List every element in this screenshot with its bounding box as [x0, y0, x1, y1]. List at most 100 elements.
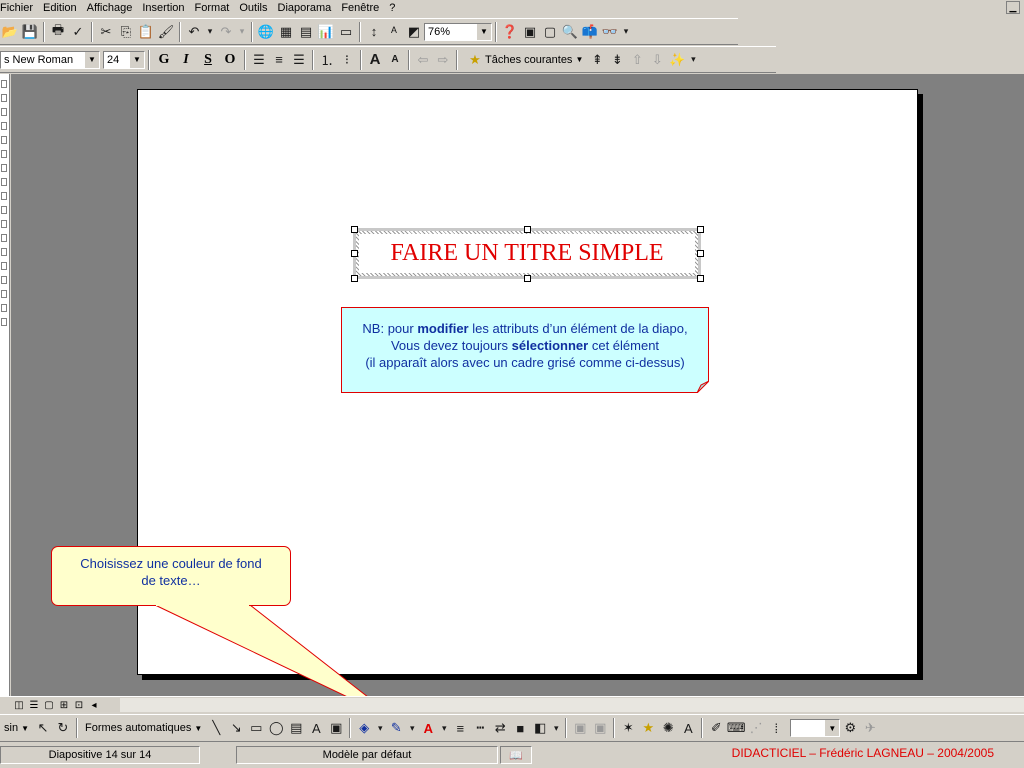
redo-icon[interactable]: ↷ — [216, 21, 236, 43]
wordart-icon[interactable]: A — [306, 717, 326, 739]
line-spacing-up-icon[interactable]: ⇞ — [587, 49, 607, 71]
autoshapes-menu-button[interactable]: Formes automatiques ▼ — [81, 722, 206, 734]
outline-view-icon[interactable]: ☰ — [27, 699, 41, 713]
bullet-list-icon[interactable]: ⁝ — [337, 49, 357, 71]
toolbar-options-icon[interactable]: ▾ — [687, 49, 699, 71]
toolbar-options-icon[interactable]: ▾ — [620, 21, 632, 43]
shadow-icon[interactable]: ■ — [510, 717, 530, 739]
binoculars-icon[interactable]: 👓 — [600, 21, 620, 43]
slide-transition-icon[interactable]: ▣ — [570, 717, 590, 739]
spellcheck-icon[interactable]: ✓ — [68, 21, 88, 43]
line-icon[interactable]: ╲ — [206, 717, 226, 739]
horizontal-scrollbar[interactable] — [120, 698, 1024, 712]
arrow-style-icon[interactable]: ⇄ — [490, 717, 510, 739]
demote-icon[interactable]: ⇨ — [433, 49, 453, 71]
line-spacing-down-icon[interactable]: ⇟ — [607, 49, 627, 71]
slide-view-icon[interactable]: ▢ — [42, 699, 56, 713]
print-icon[interactable]: 🖶 — [48, 21, 68, 43]
zoom-select[interactable]: 76% ▼ — [424, 22, 492, 41]
align-left-icon[interactable]: ☰ — [249, 49, 269, 71]
outline-pane-strip[interactable] — [0, 74, 10, 696]
open-icon[interactable]: 📂 — [0, 21, 20, 43]
resize-handle[interactable] — [351, 226, 358, 233]
underline-button[interactable]: S — [197, 49, 219, 71]
preset-animation-icon[interactable]: ★ — [638, 717, 658, 739]
hyperlink-icon[interactable]: 🌐 — [256, 21, 276, 43]
free-rotate-icon[interactable]: ↻ — [53, 717, 73, 739]
text-box-icon[interactable]: ▤ — [286, 717, 306, 739]
undo-icon[interactable]: ↶ — [184, 21, 204, 43]
arrow-icon[interactable]: ↘ — [226, 717, 246, 739]
fill-color-icon[interactable]: ◈ — [354, 717, 374, 739]
font-name-select[interactable]: s New Roman ▼ — [0, 50, 100, 69]
text-effect-icon[interactable]: A — [678, 717, 698, 739]
select-pointer-icon[interactable]: ↖ — [33, 717, 53, 739]
redo-dropdown-icon[interactable]: ▾ — [236, 21, 248, 43]
tables-borders-icon[interactable]: ▦ — [276, 21, 296, 43]
menu-help[interactable]: ? — [384, 1, 400, 16]
slide-miniature-icon[interactable]: ▣ — [520, 21, 540, 43]
typewriter-icon[interactable]: ⌨ — [726, 717, 746, 739]
font-color-dropdown-icon[interactable]: ▾ — [438, 717, 450, 739]
3d-icon[interactable]: ◧ — [530, 717, 550, 739]
format-painter-icon[interactable]: 🖌 — [156, 21, 176, 43]
decrease-font-icon[interactable]: A — [385, 49, 405, 71]
resize-handle[interactable] — [697, 226, 704, 233]
line-color-dropdown-icon[interactable]: ▾ — [406, 717, 418, 739]
menu-fenetre[interactable]: Fenêtre — [336, 1, 384, 16]
chevron-down-icon[interactable]: ▼ — [84, 51, 99, 68]
increase-font-icon[interactable]: A — [365, 49, 385, 71]
italic-button[interactable]: I — [175, 49, 197, 71]
open-mailbox-icon[interactable]: 📫 — [580, 21, 600, 43]
slide-sorter-icon[interactable]: ⊞ — [57, 699, 71, 713]
line-color-icon[interactable]: ✎ — [386, 717, 406, 739]
scroll-left-icon[interactable]: ◂ — [87, 699, 101, 713]
menu-format[interactable]: Format — [190, 1, 235, 16]
resize-handle[interactable] — [524, 226, 531, 233]
expand-all-icon[interactable]: ↕ — [364, 21, 384, 43]
line-style-icon[interactable]: ≡ — [450, 717, 470, 739]
chevron-down-icon[interactable]: ▼ — [824, 720, 840, 736]
copy-icon[interactable]: ⎘ — [116, 21, 136, 43]
menu-edition[interactable]: Edition — [38, 1, 82, 16]
animation-order-select[interactable]: ▼ — [790, 719, 841, 737]
paste-icon[interactable]: 📋 — [136, 21, 156, 43]
menu-affichage[interactable]: Affichage — [82, 1, 138, 16]
chevron-down-icon[interactable]: ▼ — [129, 51, 144, 68]
oval-icon[interactable]: ◯ — [266, 717, 286, 739]
font-size-select[interactable]: 24 ▼ — [103, 50, 145, 69]
window-icon[interactable]: ▢ — [540, 21, 560, 43]
custom-animation-icon[interactable]: ✺ — [658, 717, 678, 739]
animation-preview-icon[interactable]: ⚙ — [840, 717, 860, 739]
bold-button[interactable]: G — [153, 49, 175, 71]
resize-handle[interactable] — [697, 250, 704, 257]
common-tasks-button[interactable]: ★ Tâches courantes ▼ — [461, 49, 587, 71]
font-color-icon[interactable]: A — [418, 717, 438, 739]
reverse-order-icon[interactable]: ⋰ — [746, 717, 766, 739]
numbered-list-icon[interactable]: ⒈ — [317, 49, 337, 71]
callout-box[interactable]: Choisissez une couleur de fond de texte… — [51, 546, 291, 606]
shadow-button[interactable]: O — [219, 49, 241, 71]
drop-by-word-icon[interactable]: ⁞ — [766, 717, 786, 739]
insert-table-icon[interactable]: ▤ — [296, 21, 316, 43]
clip-art-icon[interactable]: ▣ — [326, 717, 346, 739]
action-buttons-icon[interactable]: ✈ — [860, 717, 880, 739]
menu-diaporama[interactable]: Diaporama — [273, 1, 337, 16]
restore-window-button[interactable]: ▁ — [1006, 1, 1020, 14]
resize-handle[interactable] — [351, 275, 358, 282]
normal-view-icon[interactable]: ◫ — [12, 699, 26, 713]
slide-show-icon[interactable]: ⊡ — [72, 699, 86, 713]
grayscale-icon[interactable]: ◩ — [404, 21, 424, 43]
rectangle-icon[interactable]: ▭ — [246, 717, 266, 739]
undo-dropdown-icon[interactable]: ▾ — [204, 21, 216, 43]
slide-title[interactable]: FAIRE UN TITRE SIMPLE — [359, 234, 695, 273]
animation-effects-icon[interactable]: ✨ — [667, 49, 687, 71]
resize-handle[interactable] — [697, 275, 704, 282]
menu-outils[interactable]: Outils — [234, 1, 272, 16]
hide-slide-icon[interactable]: ▣ — [590, 717, 610, 739]
save-icon[interactable]: 💾 — [20, 21, 40, 43]
cut-icon[interactable]: ✂ — [96, 21, 116, 43]
note-box[interactable]: NB: pour modifier les attributs d’un élé… — [341, 307, 709, 393]
new-slide-icon[interactable]: ▭ — [336, 21, 356, 43]
draw-menu-button[interactable]: sin ▼ — [0, 722, 33, 734]
